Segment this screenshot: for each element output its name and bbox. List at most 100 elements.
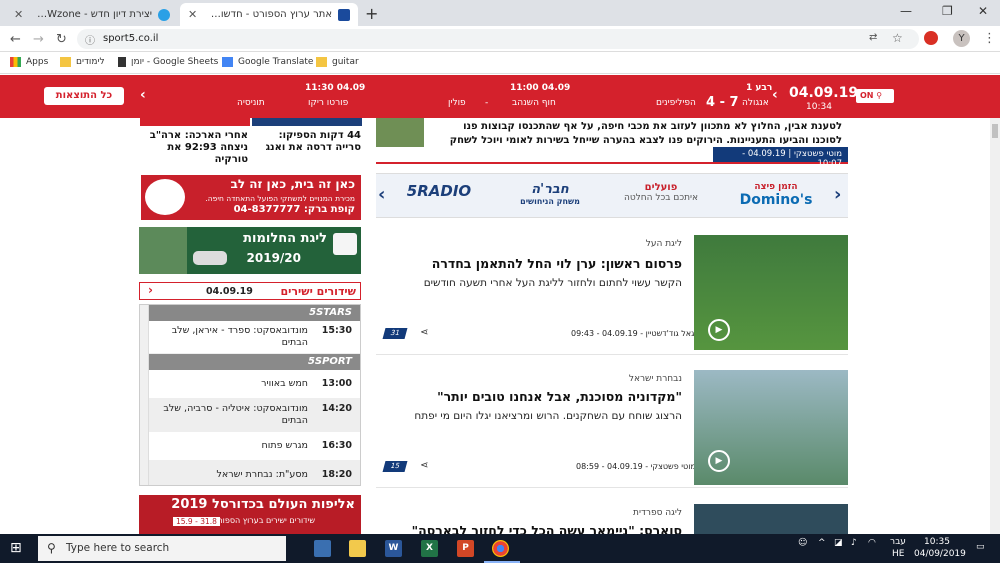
- sponsor-chevre[interactable]: חבר'ה משחק הניחושים: [504, 182, 596, 206]
- volume-icon[interactable]: ♪: [851, 538, 857, 548]
- live-toggle[interactable]: ON ⚲: [856, 89, 894, 103]
- word-icon[interactable]: W: [385, 540, 402, 557]
- address-bar[interactable]: ⓘ sport5.co.il ⇄ ☆: [77, 29, 919, 49]
- article-category[interactable]: נבחרת ישראל: [629, 374, 682, 384]
- url-text[interactable]: sport5.co.il: [103, 33, 158, 44]
- list-scrollbar[interactable]: [140, 305, 149, 485]
- network-icon[interactable]: ◪: [834, 538, 843, 548]
- article-headline[interactable]: "מקדוניה מסוכנת, אבל אנחנו טובים יותר": [437, 389, 682, 404]
- close-window-icon[interactable]: ✕: [978, 4, 988, 18]
- hapoel-logo-icon: [145, 179, 185, 215]
- bookmark-translate[interactable]: Google Translate: [222, 57, 313, 67]
- basketball-worldcup-ad-banner[interactable]: אליפות העולם בכדורסל 2019 שידורים ישירים…: [139, 495, 361, 534]
- all-results-button[interactable]: כל התוצאות: [44, 87, 124, 105]
- page-scrollbar[interactable]: [990, 118, 1000, 534]
- sponsor-dominos[interactable]: הזמן פיצה Domino's: [726, 182, 826, 208]
- scores-prev-arrow-icon[interactable]: ‹: [140, 87, 146, 103]
- game-home[interactable]: אנגולה: [742, 98, 769, 108]
- comments-badge[interactable]: 15: [382, 461, 408, 472]
- sponsors-next-arrow-icon[interactable]: ›: [834, 184, 841, 205]
- bookmark-guitar[interactable]: guitar: [316, 57, 359, 67]
- reload-icon[interactable]: ↻: [56, 32, 67, 47]
- ad-sub: מכירת המנויים למשחקי הפועל התאחדה חיפה.: [205, 194, 355, 203]
- hapoel-ad-banner[interactable]: כאן זה בית, כאן זה לב מכירת המנויים למשח…: [141, 175, 361, 220]
- tab-sport5[interactable]: אתר ערוץ הספורט - חדשות הספורט ✕: [180, 3, 358, 26]
- article-card[interactable]: ליגה ספרדית סוארס: "ניימאר עשה הכל כדי ל…: [376, 502, 848, 534]
- article-card[interactable]: נבחרת ישראל "מקדוניה מסוכנת, אבל אנחנו ט…: [376, 368, 848, 488]
- article-headline[interactable]: סוארס: "ניימאר עשה הכל כדי לחזור לבארסה": [412, 523, 682, 534]
- folder-icon: [316, 57, 327, 67]
- windows-taskbar: ⊞ ⚲ Type here to search W X P ☺ ^ ◪ ♪ ◠ …: [0, 534, 1000, 563]
- list-item[interactable]: 14:20 מונדובאסקט: איטליה - סרביה, שלב הב…: [149, 399, 360, 432]
- game-home[interactable]: חוף השנהב: [512, 98, 556, 108]
- sponsor-poalim[interactable]: פועלים איתכם בכל החלטה: [616, 182, 706, 203]
- new-tab-button[interactable]: +: [365, 4, 378, 23]
- article-headline[interactable]: פרסום ראשון: ערן לוי החל להתאמן בחדרה: [432, 256, 682, 271]
- people-icon[interactable]: ☺: [798, 538, 807, 548]
- wifi-icon[interactable]: ◠: [868, 538, 876, 548]
- ad-title: ליגת החלומות: [243, 231, 327, 246]
- top-story-card[interactable]: לטענת אבין, החלוץ לא מתכוון לעזוב את מכב…: [376, 118, 848, 169]
- play-video-icon[interactable]: ▶: [708, 450, 730, 472]
- forward-arrow-icon[interactable]: →: [33, 32, 44, 47]
- broadcast-name: חמש באוויר: [261, 378, 308, 389]
- share-icon[interactable]: ⋖: [420, 327, 428, 338]
- extension-icon[interactable]: [924, 31, 938, 45]
- share-icon[interactable]: ⋖: [420, 460, 428, 471]
- profile-avatar[interactable]: Y: [953, 30, 970, 47]
- tab-title: אתר ערוץ הספורט - חדשות הספורט: [206, 9, 332, 20]
- dream-league-ad-banner[interactable]: ליגת החלומות 2019/20: [139, 227, 361, 274]
- game-away[interactable]: פולין: [448, 98, 466, 108]
- bookmark-sheets[interactable]: יומן - Google Sheets: [118, 57, 218, 67]
- article-category[interactable]: ליגה ספרדית: [633, 508, 682, 518]
- article-category[interactable]: ליגת העל: [646, 239, 682, 249]
- list-item[interactable]: 15:30 מונדובאסקט: ספרד - איראן, שלב הבתי…: [149, 321, 360, 354]
- info-icon[interactable]: ⓘ: [85, 32, 95, 47]
- close-tab-icon[interactable]: ✕: [14, 8, 23, 21]
- article-thumbnail[interactable]: [694, 504, 848, 534]
- game-away[interactable]: הפיליפינים: [656, 98, 696, 108]
- translate-icon[interactable]: ⇄: [869, 32, 877, 43]
- game-away[interactable]: תוניסיה: [237, 98, 265, 108]
- list-item[interactable]: 16:30 מגרש פתוח: [149, 432, 360, 461]
- scores-next-arrow-icon[interactable]: ‹: [772, 87, 778, 103]
- taskbar-search-box[interactable]: ⚲ Type here to search: [38, 536, 286, 561]
- tab-hwzone[interactable]: יצירת דיון חדש - HWzone פורומים ✕: [6, 3, 178, 26]
- restore-icon[interactable]: ❐: [942, 4, 953, 18]
- side-news-item[interactable]: 44 דקות הספיקו: סרייה דרסה את ואנג: [253, 130, 361, 154]
- minimize-icon[interactable]: —: [900, 4, 912, 18]
- list-item[interactable]: 18:20 מסע"ת: נבחרת ישראל: [149, 461, 360, 485]
- channel-header: 5SPORT: [149, 354, 360, 370]
- bookmark-star-icon[interactable]: ☆: [892, 31, 903, 45]
- game-home[interactable]: פורטו ריקו: [308, 98, 348, 108]
- taskbar-time[interactable]: 10:35: [924, 537, 950, 547]
- sponsor-radio[interactable]: 5RADIO: [394, 182, 484, 200]
- excel-icon[interactable]: X: [421, 540, 438, 557]
- list-item[interactable]: 13:00 חמש באוויר: [149, 370, 360, 399]
- language-code[interactable]: HE: [892, 549, 904, 559]
- tray-chevron-icon[interactable]: ^: [818, 538, 826, 548]
- side-news-item[interactable]: אחרי הארכה: ארה"ב ניצחה 92:93 את טורקיה: [140, 130, 248, 166]
- comments-badge[interactable]: 31: [382, 328, 408, 339]
- scrollbar-thumb[interactable]: [992, 124, 998, 138]
- live-prev-arrow-icon[interactable]: ‹: [148, 283, 153, 297]
- menu-dots-icon[interactable]: ⋮: [983, 31, 996, 46]
- file-explorer-icon[interactable]: [349, 540, 366, 557]
- article-card[interactable]: ליגת העל פרסום ראשון: ערן לוי החל להתאמן…: [376, 235, 848, 355]
- close-tab-icon[interactable]: ✕: [188, 8, 197, 21]
- broadcast-time: 16:30: [321, 440, 352, 451]
- language-label[interactable]: עבר: [890, 537, 906, 547]
- scoreboard-date: 04.09.19: [789, 85, 859, 101]
- bookmark-studies[interactable]: לימודים: [60, 57, 105, 67]
- notifications-icon[interactable]: ▭: [976, 542, 985, 552]
- play-video-icon[interactable]: ▶: [708, 319, 730, 341]
- windows-start-icon[interactable]: ⊞: [10, 540, 22, 556]
- taskbar-date[interactable]: 04/09/2019: [914, 549, 966, 559]
- sponsors-prev-arrow-icon[interactable]: ‹: [378, 184, 385, 205]
- task-view-icon[interactable]: [314, 540, 331, 557]
- bookmark-apps[interactable]: Apps: [10, 57, 48, 67]
- chrome-icon[interactable]: [492, 540, 509, 557]
- powerpoint-icon[interactable]: P: [457, 540, 474, 557]
- back-arrow-icon[interactable]: ←: [10, 32, 21, 47]
- live-broadcasts-list: 5STARS 15:30 מונדובאסקט: ספרד - איראן, ש…: [139, 304, 361, 486]
